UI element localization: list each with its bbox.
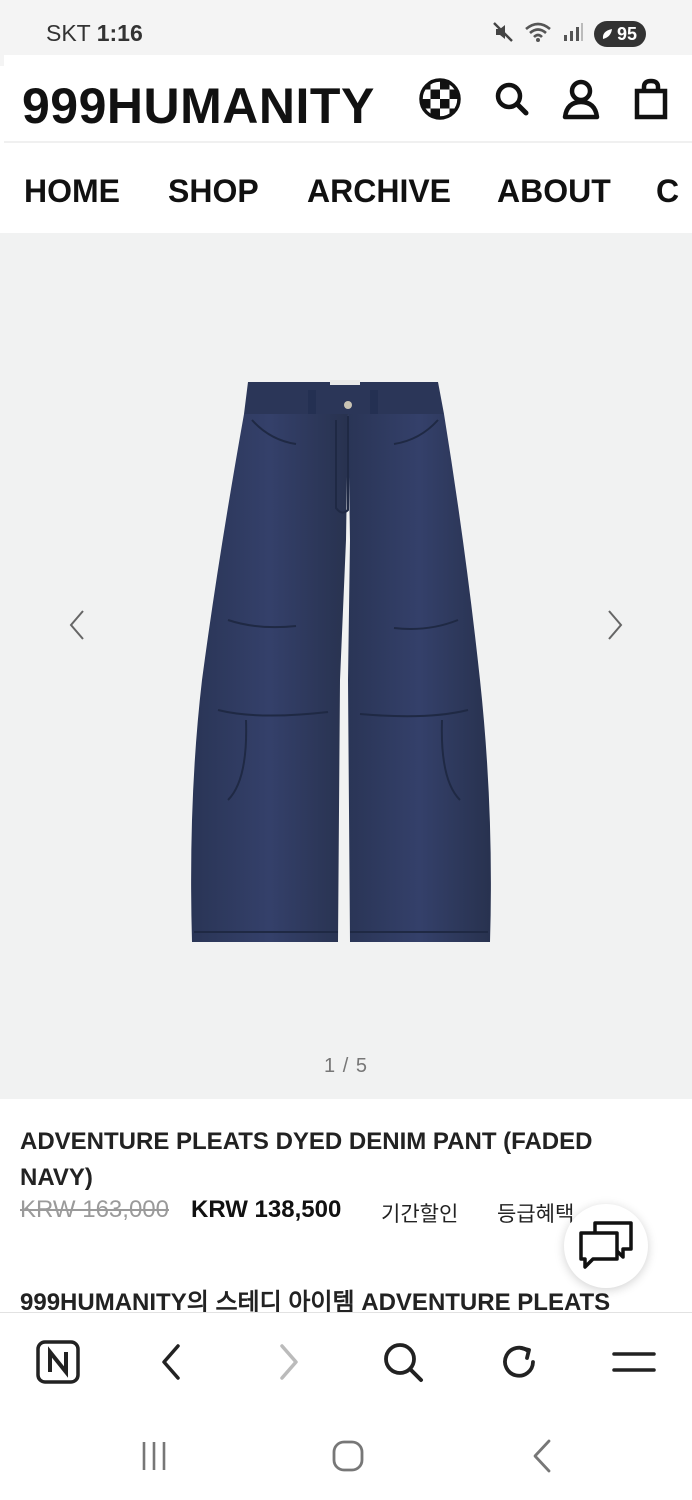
menu-icon[interactable] [609, 1337, 659, 1387]
status-icons: 95 [492, 20, 646, 48]
shopping-bag-icon[interactable] [629, 77, 673, 121]
user-icon[interactable] [559, 77, 603, 121]
main-nav: HOME SHOP ARCHIVE ABOUT C [4, 147, 692, 233]
battery-icon: 95 [593, 21, 646, 47]
site-header: 999HUMANITY [4, 55, 692, 143]
price-sale: KRW 138,500 [191, 1196, 342, 1223]
nav-more[interactable]: C [656, 173, 679, 210]
back-icon[interactable] [522, 1436, 562, 1476]
chat-bubbles-icon [577, 1219, 635, 1274]
promo-period-discount[interactable]: 기간할인 [381, 1198, 458, 1228]
product-gallery[interactable]: 1 / 5 [0, 233, 692, 1099]
chat-button[interactable] [564, 1204, 648, 1288]
chevron-right-icon[interactable] [600, 605, 630, 645]
site-logo[interactable]: 999HUMANITY [22, 77, 375, 135]
status-time: 1:16 [96, 20, 143, 46]
recents-icon[interactable] [134, 1436, 174, 1476]
browser-toolbar [0, 1312, 692, 1410]
search-icon[interactable] [378, 1337, 428, 1387]
back-icon[interactable] [146, 1337, 196, 1387]
promo-grade-benefit[interactable]: 등급혜택 [497, 1198, 574, 1228]
checker-globe-icon[interactable] [418, 77, 462, 121]
price-original: KRW 163,000 [20, 1196, 169, 1223]
product-title: ADVENTURE PLEATS DYED DENIM PANT (FADED … [20, 1128, 593, 1191]
nav-home[interactable]: HOME [24, 173, 120, 210]
nav-archive[interactable]: ARCHIVE [307, 173, 451, 210]
battery-level: 95 [616, 23, 637, 44]
home-icon[interactable] [328, 1436, 368, 1476]
nav-about[interactable]: ABOUT [497, 173, 611, 210]
gallery-pager: 1 / 5 [324, 1055, 368, 1077]
signal-icon [562, 21, 584, 48]
refresh-icon[interactable] [494, 1337, 544, 1387]
product-description: 999HUMANITY의 스테디 아이템 ADVENTURE PLEATS [20, 1289, 611, 1314]
carrier-name: SKT [46, 20, 91, 46]
android-navigation-bar [0, 1410, 692, 1500]
product-image [191, 380, 491, 942]
search-icon[interactable] [490, 77, 534, 121]
naver-home-icon[interactable] [33, 1337, 83, 1387]
status-carrier: SKT 1:16 [46, 20, 143, 47]
wifi-icon [524, 21, 552, 48]
chevron-left-icon[interactable] [62, 605, 92, 645]
forward-icon[interactable] [264, 1337, 314, 1387]
mute-icon [492, 21, 514, 48]
nav-shop[interactable]: SHOP [168, 173, 259, 210]
